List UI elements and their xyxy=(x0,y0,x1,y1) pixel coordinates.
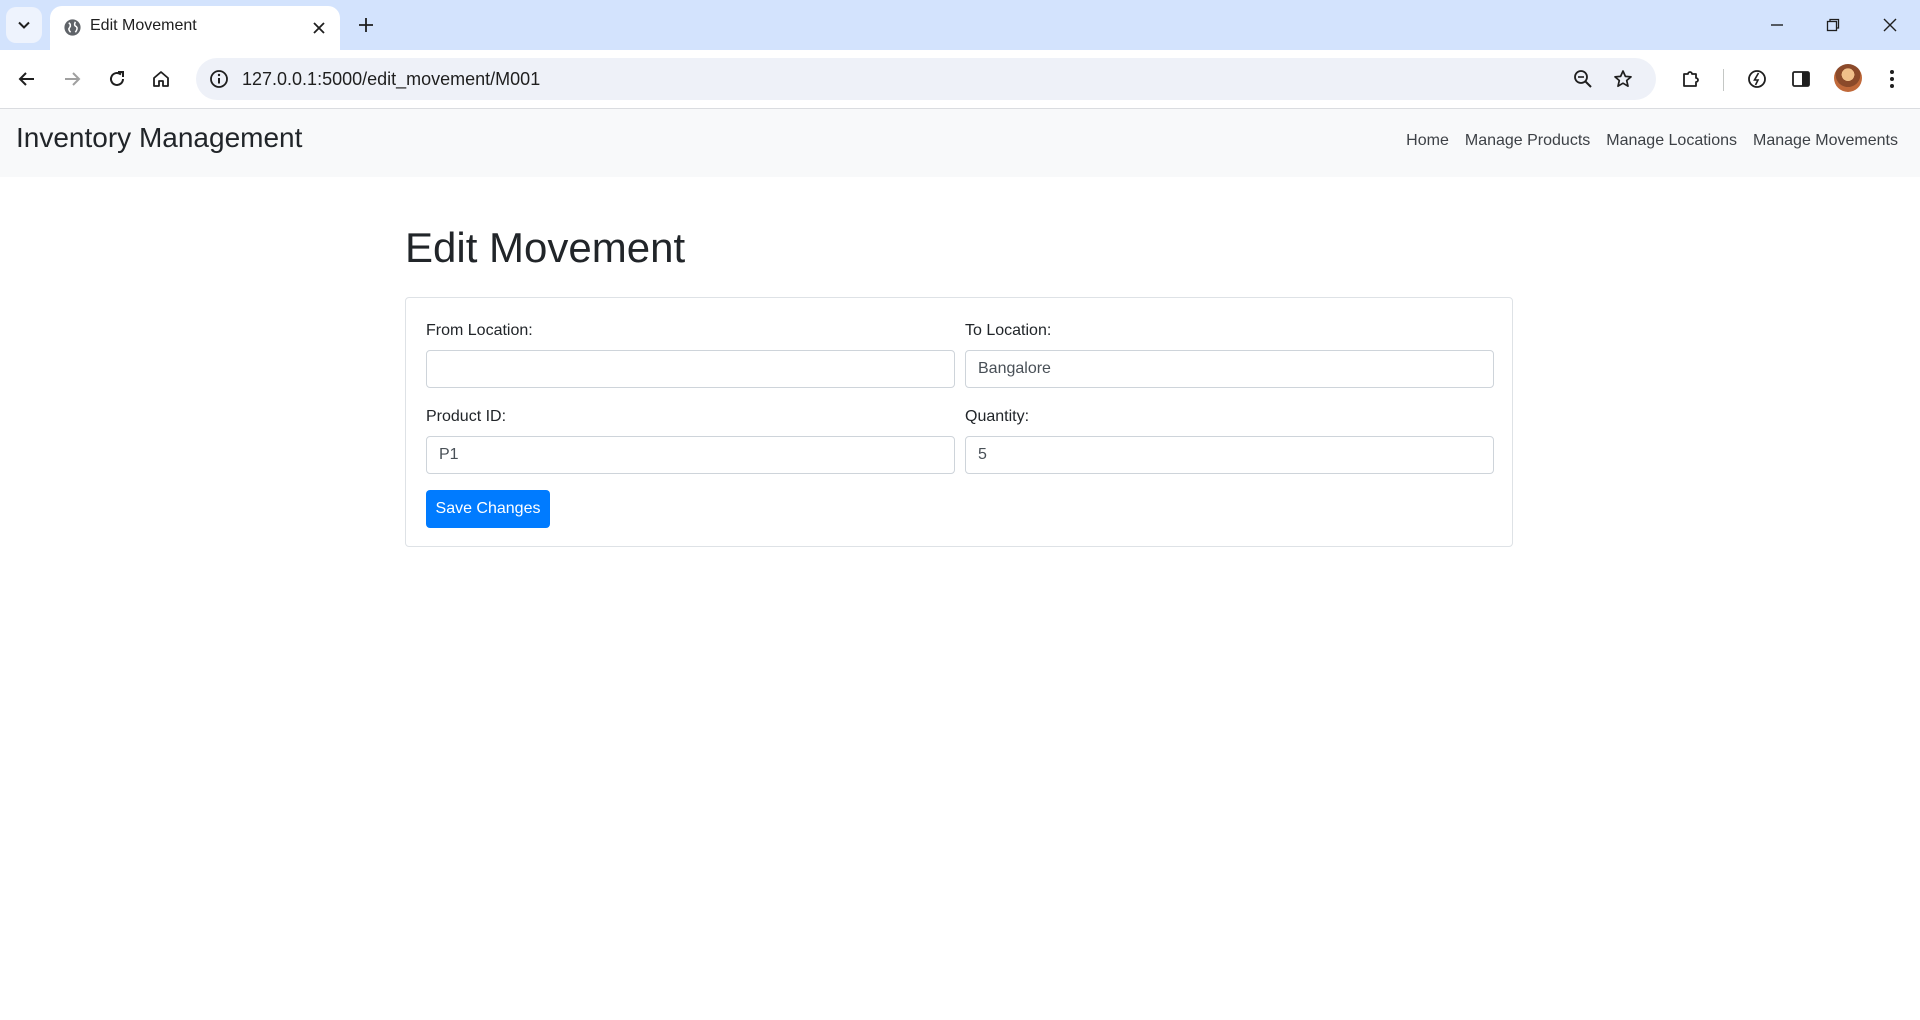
star-icon xyxy=(1614,70,1632,88)
from-location-input[interactable] xyxy=(426,350,955,388)
forward-button[interactable] xyxy=(56,63,88,95)
toolbar-separator xyxy=(1723,69,1724,91)
tab-title: Edit Movement xyxy=(90,17,197,34)
browser-tabstrip: Edit Movement xyxy=(0,0,1920,50)
extensions-button[interactable] xyxy=(1675,63,1707,95)
quantity-label: Quantity: xyxy=(965,408,1030,425)
more-vertical-icon xyxy=(1890,70,1894,88)
arrow-right-icon xyxy=(65,72,81,86)
bookmark-button[interactable] xyxy=(1610,66,1636,92)
save-changes-button[interactable]: Save Changes xyxy=(426,490,550,528)
reload-button[interactable] xyxy=(101,63,133,95)
minimize-button[interactable] xyxy=(1757,10,1797,40)
app-navbar: Inventory Management Home Manage Product… xyxy=(0,109,1920,177)
tab-search-button[interactable] xyxy=(6,7,42,43)
tab-close-button[interactable] xyxy=(308,17,330,39)
to-location-label: To Location: xyxy=(965,322,1052,339)
nav-link-manage-movements[interactable]: Manage Movements xyxy=(1753,132,1898,150)
close-icon xyxy=(313,22,325,34)
close-icon xyxy=(1883,18,1897,32)
side-panel-button[interactable] xyxy=(1785,63,1817,95)
edit-movement-form: From Location: To Location: Product ID: … xyxy=(405,297,1513,547)
home-icon xyxy=(153,71,169,87)
plus-icon xyxy=(359,18,373,32)
url-text[interactable]: 127.0.0.1:5000/edit_movement/M001 xyxy=(242,69,540,90)
brand-link[interactable]: Inventory Management xyxy=(16,122,302,154)
arrow-left-icon xyxy=(18,72,34,86)
nav-link-home[interactable]: Home xyxy=(1406,132,1449,150)
side-panel-icon xyxy=(1792,71,1810,87)
close-window-button[interactable] xyxy=(1870,10,1910,40)
nav-link-manage-locations[interactable]: Manage Locations xyxy=(1606,132,1737,150)
speedometer-icon xyxy=(1748,70,1766,88)
back-button[interactable] xyxy=(11,63,43,95)
nav-link-manage-products[interactable]: Manage Products xyxy=(1465,132,1590,150)
home-button[interactable] xyxy=(145,63,177,95)
zoom-out-icon xyxy=(1574,70,1592,88)
minimize-icon xyxy=(1771,24,1783,26)
nav-links: Home Manage Products Manage Locations Ma… xyxy=(1406,132,1898,150)
profile-avatar[interactable] xyxy=(1834,64,1862,92)
browser-tab[interactable]: Edit Movement xyxy=(50,6,340,50)
globe-icon xyxy=(64,19,81,36)
reload-icon xyxy=(110,71,124,86)
chevron-down-icon xyxy=(18,21,30,29)
zoom-button[interactable] xyxy=(1570,66,1596,92)
performance-button[interactable] xyxy=(1741,63,1773,95)
restore-button[interactable] xyxy=(1813,10,1853,40)
new-tab-button[interactable] xyxy=(352,11,380,39)
restore-icon xyxy=(1826,18,1840,32)
product-id-input[interactable] xyxy=(426,436,955,474)
from-location-label: From Location: xyxy=(426,322,533,339)
page-title: Edit Movement xyxy=(405,224,686,271)
puzzle-icon xyxy=(1683,71,1699,87)
info-icon xyxy=(210,70,228,88)
browser-menu-button[interactable] xyxy=(1876,63,1908,95)
quantity-input[interactable] xyxy=(965,436,1494,474)
browser-toolbar: 127.0.0.1:5000/edit_movement/M001 xyxy=(0,50,1920,109)
site-info-button[interactable] xyxy=(206,66,232,92)
address-bar[interactable]: 127.0.0.1:5000/edit_movement/M001 xyxy=(196,58,1656,100)
to-location-input[interactable] xyxy=(965,350,1494,388)
product-id-label: Product ID: xyxy=(426,408,507,425)
